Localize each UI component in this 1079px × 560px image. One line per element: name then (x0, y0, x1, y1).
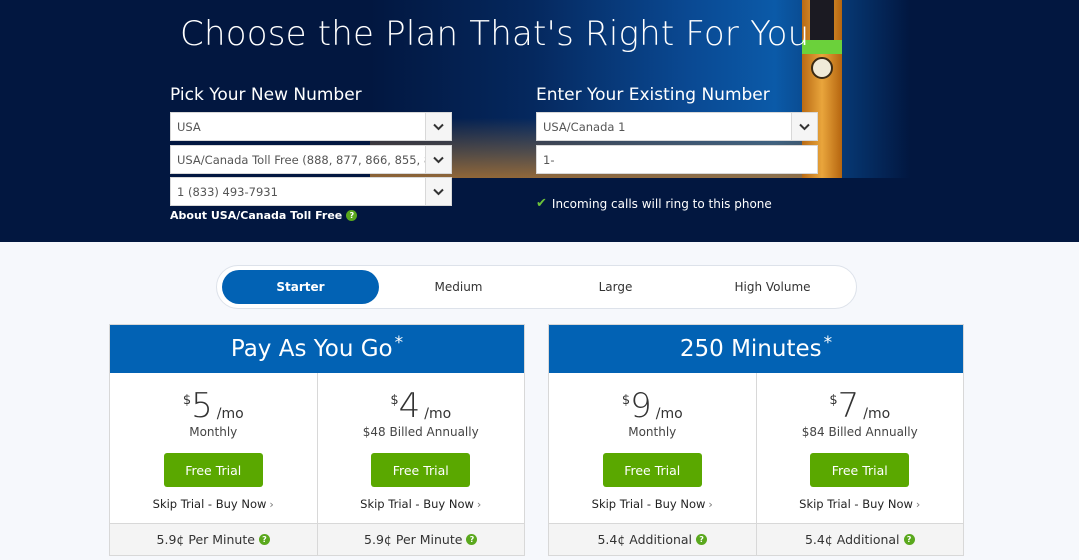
existing-number-heading: Enter Your Existing Number (536, 85, 770, 105)
number-type-select-value: USA/Canada Toll Free (888, 877, 866, 855… (177, 152, 425, 167)
billing-term: $84 Billed Annually (801, 425, 918, 439)
price-amount: 9 (630, 386, 652, 426)
chevron-down-icon[interactable] (425, 178, 451, 205)
price: $ 9 /mo (622, 389, 683, 423)
clock-face (811, 57, 833, 79)
skip-trial-buy-now-link[interactable]: Skip Trial - Buy Now › (153, 497, 274, 511)
phone-number-select-value: 1 (833) 493-7931 (177, 184, 278, 199)
billing-term: Monthly (189, 425, 238, 439)
skip-trial-label: Skip Trial - Buy Now (152, 497, 267, 511)
plan-annual: $ 4 /mo $48 Billed Annually Free Trial S… (318, 373, 525, 523)
incoming-calls-label: Incoming calls will ring to this phone (551, 196, 772, 211)
incoming-calls-note: ✔ Incoming calls will ring to this phone (536, 196, 772, 211)
plan-annual: $ 7 /mo $84 Billed Annually Free Trial S… (757, 373, 964, 523)
asterisk: * (823, 333, 833, 353)
country-select-value: USA (177, 119, 201, 134)
price-amount: 4 (398, 386, 421, 426)
price-period: /mo (424, 406, 452, 422)
price-amount: 7 (837, 386, 860, 426)
chevron-down-icon[interactable] (791, 113, 817, 140)
price-amount: 5 (191, 386, 213, 426)
skip-trial-label: Skip Trial - Buy Now (591, 497, 706, 511)
rate-row: 5.4¢ Additional ? 5.4¢ Additional ? (549, 523, 963, 555)
card-title: Pay As You Go * (110, 325, 524, 373)
chevron-right-icon: › (476, 497, 482, 511)
chevron-right-icon: › (915, 497, 921, 511)
hero-banner: Choose the Plan That's Right For You Pic… (0, 0, 1079, 242)
free-trial-button[interactable]: Free Trial (371, 453, 471, 487)
billing-term: Monthly (628, 425, 677, 439)
plan-card-pay-as-you-go: Pay As You Go * $ 5 /mo Monthly Free Tria… (109, 324, 525, 556)
existing-country-select[interactable]: USA/Canada 1 (536, 112, 818, 141)
number-type-select[interactable]: USA/Canada Toll Free (888, 877, 866, 855… (170, 145, 452, 174)
free-trial-button[interactable]: Free Trial (810, 453, 910, 487)
plan-card-250-minutes: 250 Minutes * $ 9 /mo Monthly Free Trial … (548, 324, 964, 556)
chevron-right-icon: › (708, 497, 713, 511)
tab-medium[interactable]: Medium (380, 270, 537, 304)
rate-text: 5.9¢ Per Minute (364, 532, 463, 547)
rate-text: 5.4¢ Additional (597, 532, 693, 547)
price-currency: $ (390, 393, 399, 408)
free-trial-button[interactable]: Free Trial (602, 453, 702, 487)
card-title-text: 250 Minutes (679, 336, 822, 362)
free-trial-button[interactable]: Free Trial (163, 453, 263, 487)
plan-size-tabs: Starter Medium Large High Volume (216, 265, 857, 309)
tab-large[interactable]: Large (537, 270, 694, 304)
rate-cell: 5.4¢ Additional ? (757, 524, 964, 555)
skip-trial-label: Skip Trial - Buy Now (799, 497, 913, 511)
skip-trial-buy-now-link[interactable]: Skip Trial - Buy Now › (592, 497, 713, 511)
rate-text: 5.9¢ Per Minute (156, 532, 255, 547)
chevron-right-icon: › (269, 497, 274, 511)
card-title-text: Pay As You Go (230, 336, 393, 362)
phone-number-select[interactable]: 1 (833) 493-7931 (170, 177, 452, 206)
card-title: 250 Minutes * (549, 325, 963, 373)
tower-spire (810, 0, 834, 40)
existing-phone-input-value: 1- (543, 152, 555, 167)
about-toll-free-label: About USA/Canada Toll Free (170, 209, 343, 222)
skip-trial-buy-now-link[interactable]: Skip Trial - Buy Now › (799, 497, 920, 511)
plan-monthly: $ 9 /mo Monthly Free Trial Skip Trial - … (549, 373, 757, 523)
rate-cell: 5.9¢ Per Minute ? (110, 524, 318, 555)
rate-text: 5.4¢ Additional (804, 532, 900, 547)
skip-trial-label: Skip Trial - Buy Now (360, 497, 474, 511)
price-currency: $ (182, 393, 192, 408)
existing-phone-input[interactable]: 1- (536, 145, 818, 174)
price-period: /mo (863, 406, 891, 422)
skip-trial-buy-now-link[interactable]: Skip Trial - Buy Now › (360, 497, 481, 511)
billing-term: $48 Billed Annually (362, 425, 479, 439)
price: $ 5 /mo (183, 389, 244, 423)
existing-country-select-value: USA/Canada 1 (543, 119, 626, 134)
price-currency: $ (621, 393, 631, 408)
price: $ 7 /mo (829, 389, 890, 423)
rate-cell: 5.9¢ Per Minute ? (318, 524, 525, 555)
asterisk: * (394, 333, 404, 353)
price: $ 4 /mo (390, 389, 451, 423)
tab-starter[interactable]: Starter (222, 270, 379, 304)
price-period: /mo (655, 406, 683, 422)
page-title: Choose the Plan That's Right For You (180, 14, 810, 54)
rate-row: 5.9¢ Per Minute ? 5.9¢ Per Minute ? (110, 523, 524, 555)
help-icon[interactable]: ? (346, 210, 358, 221)
price-period: /mo (216, 406, 244, 422)
help-icon[interactable]: ? (696, 534, 708, 545)
tab-high-volume[interactable]: High Volume (694, 270, 851, 304)
checkmark-icon: ✔ (536, 196, 547, 211)
new-number-heading: Pick Your New Number (170, 85, 362, 105)
country-select[interactable]: USA (170, 112, 452, 141)
price-currency: $ (829, 393, 838, 408)
help-icon[interactable]: ? (258, 534, 270, 545)
rate-cell: 5.4¢ Additional ? (549, 524, 757, 555)
help-icon[interactable]: ? (903, 534, 915, 545)
about-toll-free-link[interactable]: About USA/Canada Toll Free ? (170, 209, 358, 222)
chevron-down-icon[interactable] (425, 146, 451, 173)
help-icon[interactable]: ? (466, 534, 478, 545)
chevron-down-icon[interactable] (425, 113, 451, 140)
plan-monthly: $ 5 /mo Monthly Free Trial Skip Trial - … (110, 373, 318, 523)
